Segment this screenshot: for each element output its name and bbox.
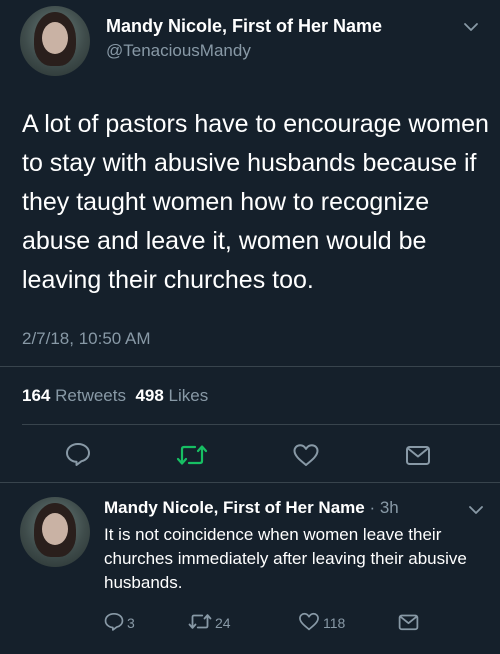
retweet-count: 24 [215, 615, 231, 631]
retweet-icon[interactable] [188, 613, 212, 630]
avatar[interactable] [20, 6, 90, 76]
display-name[interactable]: Mandy Nicole, First of Her Name [104, 498, 365, 517]
avatar[interactable] [20, 497, 90, 567]
divider [0, 366, 500, 367]
tweet-timestamp[interactable]: 2/7/18, 10:50 AM [22, 329, 151, 349]
like-count: 118 [323, 615, 346, 631]
divider [22, 424, 500, 425]
retweets-label: Retweets [55, 386, 126, 405]
reply-text: It is not coincidence when women leave t… [104, 525, 467, 592]
chevron-down-icon[interactable] [468, 505, 484, 515]
share-icon[interactable] [398, 613, 419, 631]
tweet-text: A lot of pastors have to encourage women… [22, 110, 489, 294]
like-icon[interactable] [292, 443, 320, 467]
display-name[interactable]: Mandy Nicole, First of Her Name [106, 16, 382, 37]
user-handle[interactable]: @TenaciousMandy [106, 41, 251, 61]
reply-count: 3 [127, 615, 135, 631]
like-icon[interactable] [298, 612, 320, 631]
tweet-time-ago[interactable]: 3h [380, 498, 399, 517]
likes-count: 498 [135, 386, 164, 405]
tweet-stats: 164 Retweets 498 Likes [22, 386, 208, 406]
chevron-down-icon[interactable] [463, 22, 479, 32]
retweet-stats[interactable]: 164 Retweets [22, 386, 126, 405]
reply-icon[interactable] [104, 612, 124, 631]
separator-dot: · [364, 498, 380, 517]
divider [0, 482, 500, 483]
share-icon[interactable] [405, 444, 431, 466]
retweets-count: 164 [22, 386, 51, 405]
reply-icon[interactable] [65, 442, 91, 466]
retweet-icon[interactable] [176, 444, 208, 466]
like-stats[interactable]: 498 Likes [135, 386, 208, 405]
reply-header: Mandy Nicole, First of Her Name · 3h [104, 498, 399, 518]
likes-label: Likes [168, 386, 209, 405]
